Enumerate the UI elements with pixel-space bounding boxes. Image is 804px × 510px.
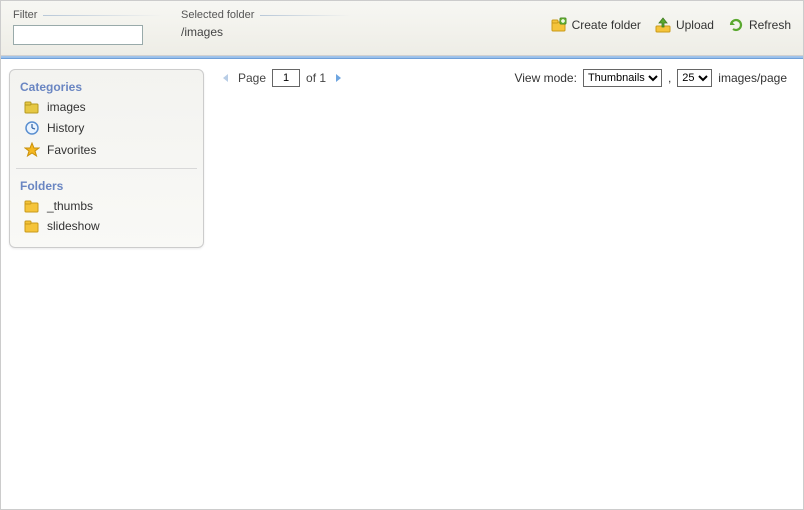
folder-label: slideshow xyxy=(47,219,100,233)
per-page-suffix: images/page xyxy=(718,71,787,85)
folder-icon xyxy=(24,219,40,233)
pager-prev-button[interactable] xyxy=(220,72,232,84)
pager-of-label: of 1 xyxy=(306,71,326,85)
divider xyxy=(260,15,351,16)
content-toolbar: Page of 1 View mode: Thumbnails , 25 ima… xyxy=(220,69,787,87)
create-folder-icon xyxy=(551,17,567,33)
history-icon xyxy=(24,120,40,136)
categories-list: images History Favorites xyxy=(24,100,193,158)
pager-page-input[interactable] xyxy=(272,69,300,87)
filter-section: Filter xyxy=(13,9,163,45)
categories-title: Categories xyxy=(20,80,193,94)
folders-list: _thumbs slideshow xyxy=(24,199,193,233)
upload-button[interactable]: Upload xyxy=(655,17,714,33)
category-label: Favorites xyxy=(47,143,96,157)
category-item-favorites[interactable]: Favorites xyxy=(24,142,193,158)
view-mode-label: View mode: xyxy=(514,71,576,85)
folder-icon xyxy=(24,100,40,114)
folder-label: _thumbs xyxy=(47,199,93,213)
filter-label: Filter xyxy=(13,9,37,21)
upload-label: Upload xyxy=(676,18,714,32)
per-page-select[interactable]: 25 xyxy=(677,69,712,87)
category-item-history[interactable]: History xyxy=(24,120,193,136)
star-icon xyxy=(24,142,40,158)
sidebar-panel: Categories images History Favorites xyxy=(9,69,204,248)
create-folder-label: Create folder xyxy=(572,18,641,32)
refresh-icon xyxy=(728,17,744,33)
category-label: images xyxy=(47,100,86,114)
divider xyxy=(43,15,163,16)
folder-icon xyxy=(24,199,40,213)
sidebar: Categories images History Favorites xyxy=(9,69,204,509)
refresh-button[interactable]: Refresh xyxy=(728,17,791,33)
comma: , xyxy=(668,71,671,85)
selected-folder-path: /images xyxy=(181,25,351,39)
toolbar-actions: Create folder Upload Refresh xyxy=(551,17,791,33)
folder-item-slideshow[interactable]: slideshow xyxy=(24,219,193,233)
selected-folder-label: Selected folder xyxy=(181,9,254,21)
folder-item-thumbs[interactable]: _thumbs xyxy=(24,199,193,213)
upload-icon xyxy=(655,17,671,33)
view-mode: View mode: Thumbnails , 25 images/page xyxy=(514,69,787,87)
main-area: Categories images History Favorites xyxy=(1,59,803,509)
create-folder-button[interactable]: Create folder xyxy=(551,17,641,33)
file-manager-app: Filter Selected folder /images Create fo… xyxy=(0,0,804,510)
refresh-label: Refresh xyxy=(749,18,791,32)
category-item-images[interactable]: images xyxy=(24,100,193,114)
filter-input[interactable] xyxy=(13,25,143,45)
content-area: Page of 1 View mode: Thumbnails , 25 ima… xyxy=(204,59,803,509)
selected-folder-section: Selected folder /images xyxy=(181,9,351,39)
pager-page-label: Page xyxy=(238,71,266,85)
toolbar: Filter Selected folder /images Create fo… xyxy=(1,1,803,56)
pager: Page of 1 xyxy=(220,69,344,87)
panel-divider xyxy=(16,168,197,169)
category-label: History xyxy=(47,121,84,135)
folders-title: Folders xyxy=(20,179,193,193)
pager-next-button[interactable] xyxy=(332,72,344,84)
view-mode-select[interactable]: Thumbnails xyxy=(583,69,662,87)
